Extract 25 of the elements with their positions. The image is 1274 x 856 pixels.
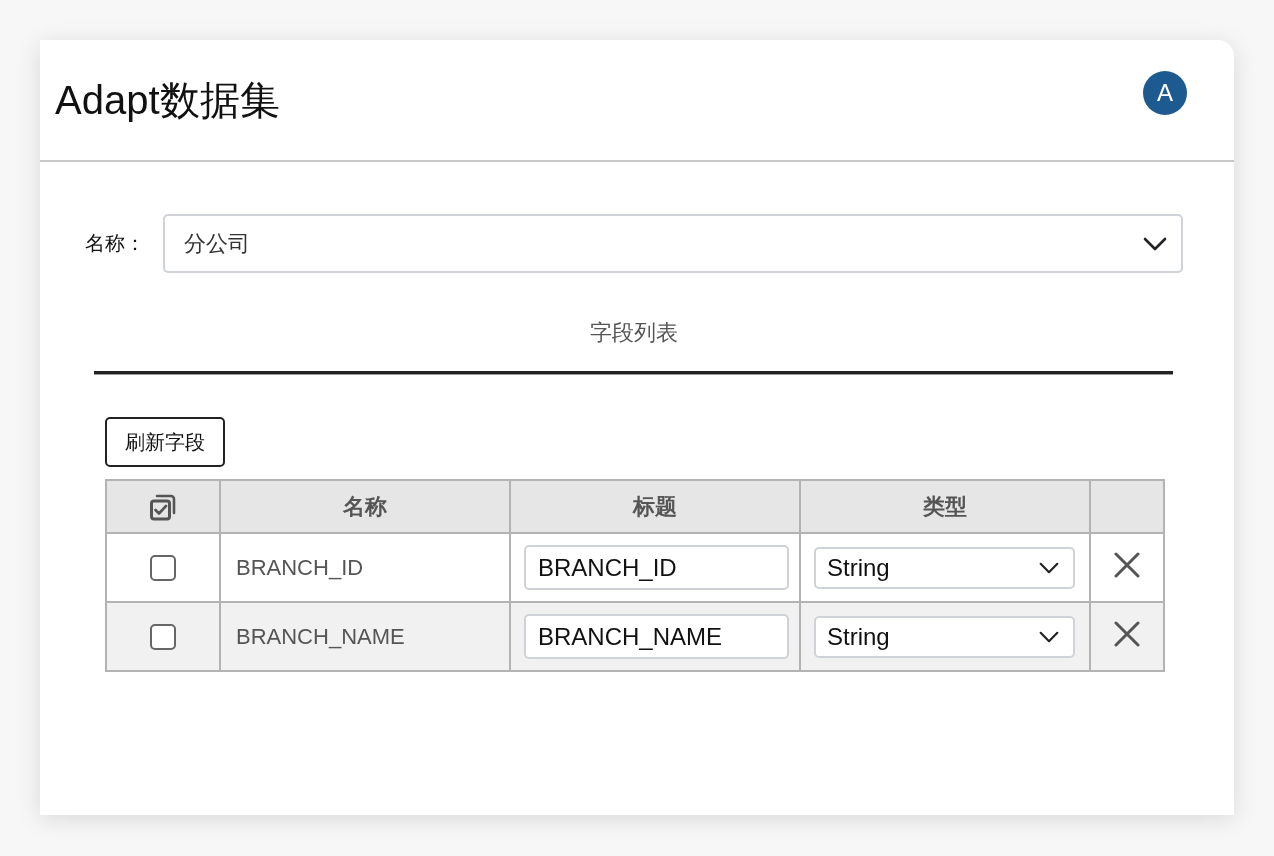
- cross-icon: [1114, 620, 1140, 647]
- chevron-down-icon: [1039, 561, 1059, 574]
- name-label: 名称：: [85, 231, 146, 256]
- table-header-cell: 名称: [220, 480, 510, 533]
- delete-row-button[interactable]: [1114, 551, 1140, 578]
- table-header-cell: 类型: [800, 480, 1090, 533]
- name-select-value: 分公司: [184, 229, 250, 258]
- delete-row-button[interactable]: [1114, 620, 1140, 647]
- row-checkbox[interactable]: [150, 555, 176, 582]
- tab[interactable]: 字段列表: [94, 301, 1173, 374]
- row-checkbox[interactable]: [150, 624, 176, 651]
- user-avatar[interactable]: A: [1143, 71, 1187, 115]
- table-header-cell: 标题: [510, 480, 800, 533]
- type-select[interactable]: String: [814, 546, 1075, 589]
- title-input[interactable]: BRANCH_NAME: [524, 614, 789, 659]
- type-select[interactable]: String: [814, 615, 1075, 658]
- refresh-fields-button[interactable]: 刷新字段: [105, 417, 225, 467]
- select-all-checkbox-icon[interactable]: [149, 492, 177, 521]
- page-title: Adapt数据集: [55, 76, 280, 124]
- cross-icon: [1114, 551, 1140, 578]
- title-input[interactable]: BRANCH_ID: [524, 545, 789, 590]
- table-cell: BRANCH_NAME: [220, 602, 510, 671]
- chevron-down-icon: [1039, 630, 1059, 643]
- name-select[interactable]: 分公司: [163, 214, 1183, 273]
- chevron-down-icon: [1143, 236, 1167, 251]
